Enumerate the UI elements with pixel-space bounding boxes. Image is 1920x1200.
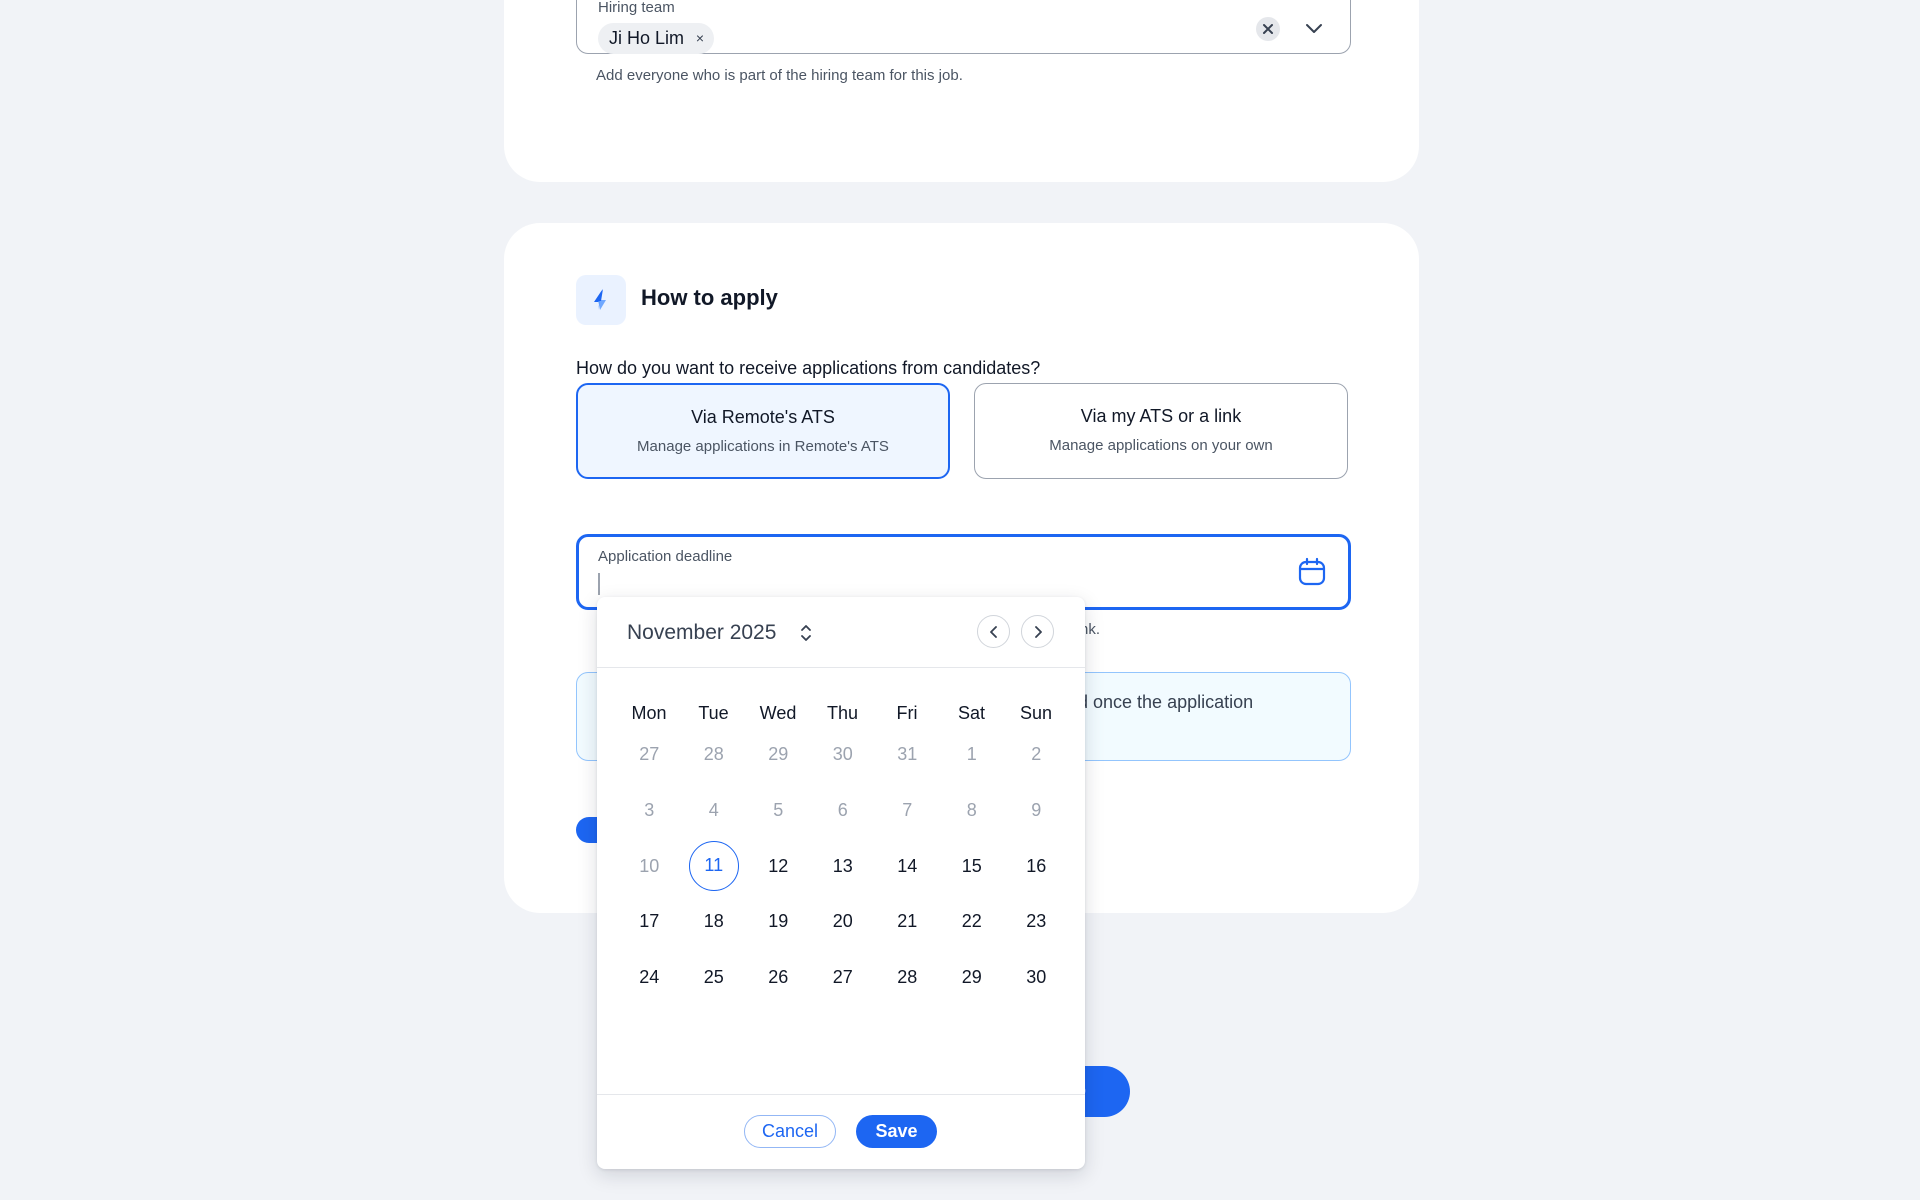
option-title: Via my ATS or a link — [1080, 406, 1242, 426]
calendar-day[interactable]: 13 — [818, 841, 868, 891]
calendar-day: 7 — [902, 799, 913, 820]
clear-icon[interactable] — [1256, 17, 1280, 41]
calendar-day: 5 — [773, 799, 784, 820]
weekday-label: Tue — [698, 703, 729, 723]
calendar-day[interactable]: 25 — [689, 952, 739, 1002]
hiring-team-help: Add everyone who is part of the hiring t… — [596, 67, 963, 84]
calendar-day: 8 — [966, 799, 977, 820]
weekday-label: Wed — [759, 703, 797, 723]
chevron-left-icon[interactable] — [977, 615, 1010, 648]
weekday-label: Thu — [826, 703, 859, 723]
calendar-day: 29 — [768, 744, 789, 764]
bolt-icon — [576, 275, 626, 325]
calendar-day[interactable]: 17 — [624, 896, 674, 946]
calendar-day[interactable]: 24 — [624, 952, 674, 1002]
chevron-right-icon[interactable] — [1021, 615, 1054, 648]
calendar-day[interactable]: 21 — [882, 896, 932, 946]
option-remote-ats[interactable]: Via Remote's ATS Manage applications in … — [576, 383, 950, 479]
date-picker-footer: Cancel Save — [597, 1094, 1085, 1169]
date-picker-header: November 2025 — [597, 597, 1085, 668]
weekday-label: Mon — [631, 703, 667, 723]
calendar-day[interactable]: 26 — [753, 952, 803, 1002]
chevron-down-icon[interactable] — [1302, 17, 1326, 41]
deadline-label: Application deadline — [598, 548, 733, 565]
chip-label: Ji Ho Lim — [609, 28, 685, 48]
calendar-day: 28 — [703, 744, 724, 764]
calendar-day: 6 — [837, 799, 848, 820]
option-description: Manage applications in Remote's ATS — [637, 438, 889, 455]
save-button[interactable]: Save — [856, 1115, 937, 1148]
weekday-label: Sun — [1019, 703, 1053, 723]
calendar-day[interactable]: 29 — [947, 952, 997, 1002]
calendar-day[interactable]: 15 — [947, 841, 997, 891]
month-year-label[interactable]: November 2025 — [627, 621, 776, 645]
calendar-day[interactable]: 19 — [753, 896, 803, 946]
calendar-day: 27 — [639, 744, 660, 764]
hiring-team-field[interactable]: Hiring team Ji Ho Lim × — [576, 0, 1351, 54]
calendar-day: 9 — [1031, 799, 1042, 820]
cancel-button[interactable]: Cancel — [744, 1115, 836, 1148]
option-description: Manage applications on your own — [1049, 437, 1273, 454]
calendar-day[interactable]: 27 — [818, 952, 868, 1002]
calendar-icon[interactable] — [1296, 556, 1328, 588]
calendar-day[interactable]: 16 — [1011, 841, 1061, 891]
info-banner-text: rd once the application — [1072, 692, 1254, 712]
application-question: How do you want to receive applications … — [576, 358, 1041, 378]
calendar-day[interactable]: 14 — [882, 841, 932, 891]
month-select-icon[interactable] — [799, 622, 813, 644]
section-title: How to apply — [641, 285, 778, 310]
text-caret — [598, 573, 600, 595]
option-title: Via Remote's ATS — [691, 407, 835, 427]
calendar-day[interactable]: 18 — [689, 896, 739, 946]
weekday-label: Fri — [896, 703, 918, 723]
calendar-day[interactable]: 30 — [1011, 952, 1061, 1002]
calendar-day: 2 — [1031, 744, 1042, 764]
calendar-day[interactable]: 23 — [1011, 896, 1061, 946]
calendar-day: 1 — [966, 744, 977, 764]
calendar-day: 30 — [832, 744, 853, 764]
calendar-day[interactable]: 12 — [753, 841, 803, 891]
calendar-day[interactable]: 28 — [882, 952, 932, 1002]
chip-remove-icon[interactable]: × — [696, 23, 704, 54]
hiring-team-label: Hiring team — [598, 0, 675, 16]
calendar-day: 10 — [639, 855, 660, 876]
date-picker: November 2025 Mon Tue Wed Thu Fri Sat Sun 27 28… — [597, 597, 1085, 1169]
hiring-card: Hiring team Ji Ho Lim × Add everyone who… — [504, 0, 1419, 182]
calendar-day-today[interactable]: 11 — [688, 840, 739, 891]
calendar-day[interactable]: 22 — [947, 896, 997, 946]
calendar-day: 31 — [897, 744, 918, 764]
calendar-day[interactable]: 20 — [818, 896, 868, 946]
calendar-day: 3 — [644, 799, 655, 820]
hiring-team-chip: Ji Ho Lim × — [598, 23, 715, 54]
option-own-ats[interactable]: Via my ATS or a link Manage applications… — [974, 383, 1348, 479]
weekday-label: Sat — [957, 703, 986, 723]
calendar-day: 4 — [708, 799, 719, 820]
